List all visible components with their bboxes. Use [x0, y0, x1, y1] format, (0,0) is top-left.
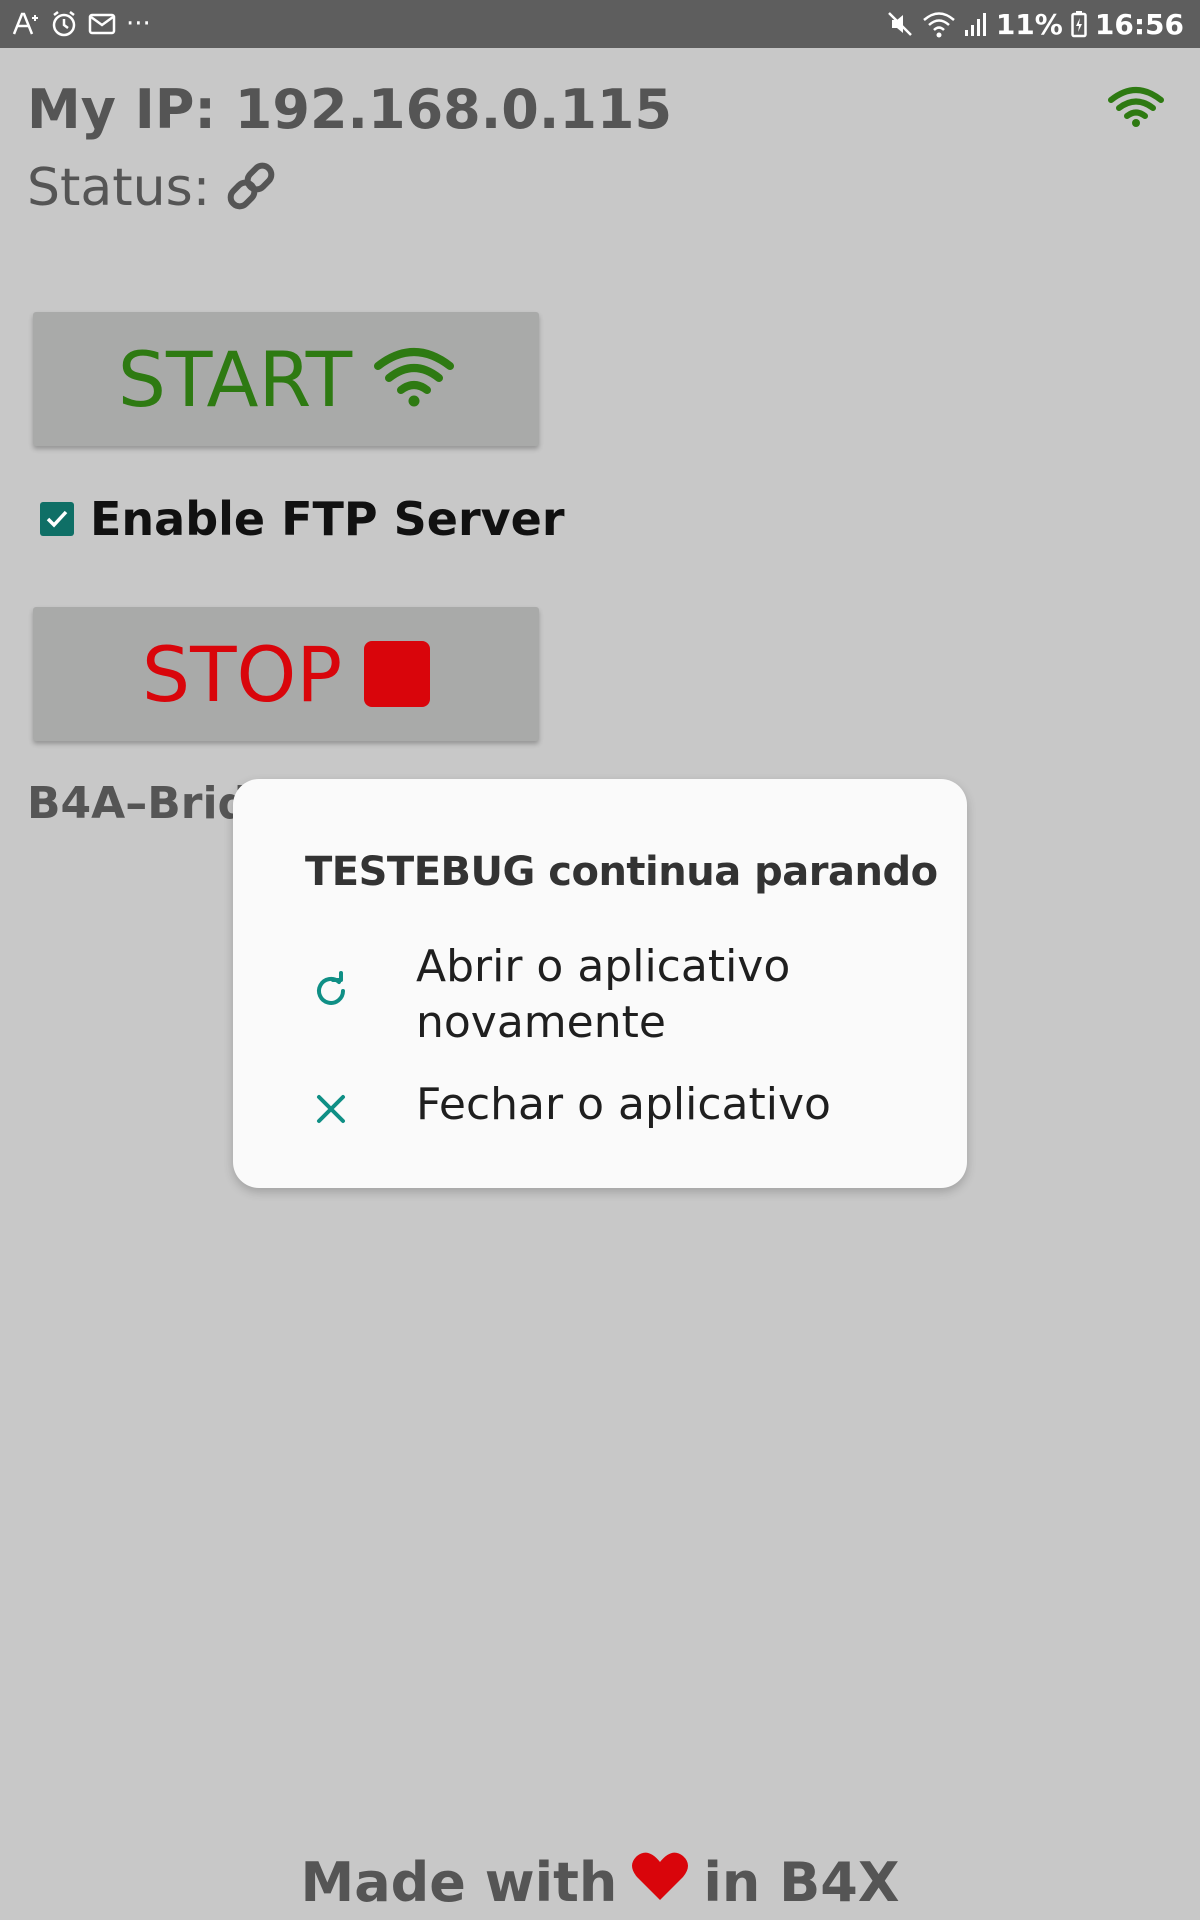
font-size-icon [12, 10, 40, 38]
dialog-title: TESTEBUG continua parando [305, 849, 938, 895]
reopen-app-label: Abrir o aplicativo novamente [416, 941, 791, 1048]
mute-icon [886, 10, 914, 38]
footer: Made with in B4X [0, 1850, 1200, 1915]
status-bar-left: ··· [12, 6, 151, 42]
enable-ftp-checkbox-row[interactable]: Enable FTP Server [40, 492, 565, 546]
more-notifications-glyph: ··· [126, 9, 151, 39]
start-button-label: START [117, 334, 353, 424]
status-row: Status: [27, 158, 278, 218]
footer-prefix: Made with [300, 1851, 618, 1914]
wifi-icon [922, 10, 956, 38]
battery-charging-icon [1071, 10, 1087, 38]
status-bar: ··· 11% 16:56 [0, 0, 1200, 48]
enable-ftp-label: Enable FTP Server [90, 492, 565, 546]
wifi-connected-icon [1108, 86, 1164, 133]
wifi-icon [374, 346, 455, 413]
heart-icon [631, 1850, 689, 1915]
close-app-label: Fechar o aplicativo [416, 1079, 831, 1130]
close-icon [311, 1089, 351, 1134]
alarm-icon [50, 10, 78, 38]
app-stopped-dialog: TESTEBUG continua parando Abrir o aplica… [233, 779, 967, 1188]
bridge-text: B4A–Brid [27, 778, 250, 829]
stop-button[interactable]: STOP [33, 607, 539, 741]
status-bar-right: 11% 16:56 [886, 6, 1184, 42]
clock-time: 16:56 [1094, 7, 1184, 41]
stop-button-label: STOP [141, 629, 343, 719]
mail-icon [88, 10, 116, 38]
close-app-option[interactable]: Fechar o aplicativo [233, 1069, 967, 1149]
reopen-app-option[interactable]: Abrir o aplicativo novamente [233, 939, 967, 1049]
refresh-icon [311, 971, 351, 1016]
start-button[interactable]: START [33, 312, 539, 446]
signal-icon [964, 10, 988, 38]
link-icon [224, 159, 278, 218]
enable-ftp-checkbox[interactable] [40, 502, 74, 536]
ip-address-label: My IP: 192.168.0.115 [27, 78, 673, 141]
footer-suffix: in B4X [703, 1851, 900, 1914]
battery-percent: 11% [995, 7, 1063, 41]
status-label: Status: [27, 158, 211, 218]
stop-square-icon [364, 641, 431, 707]
